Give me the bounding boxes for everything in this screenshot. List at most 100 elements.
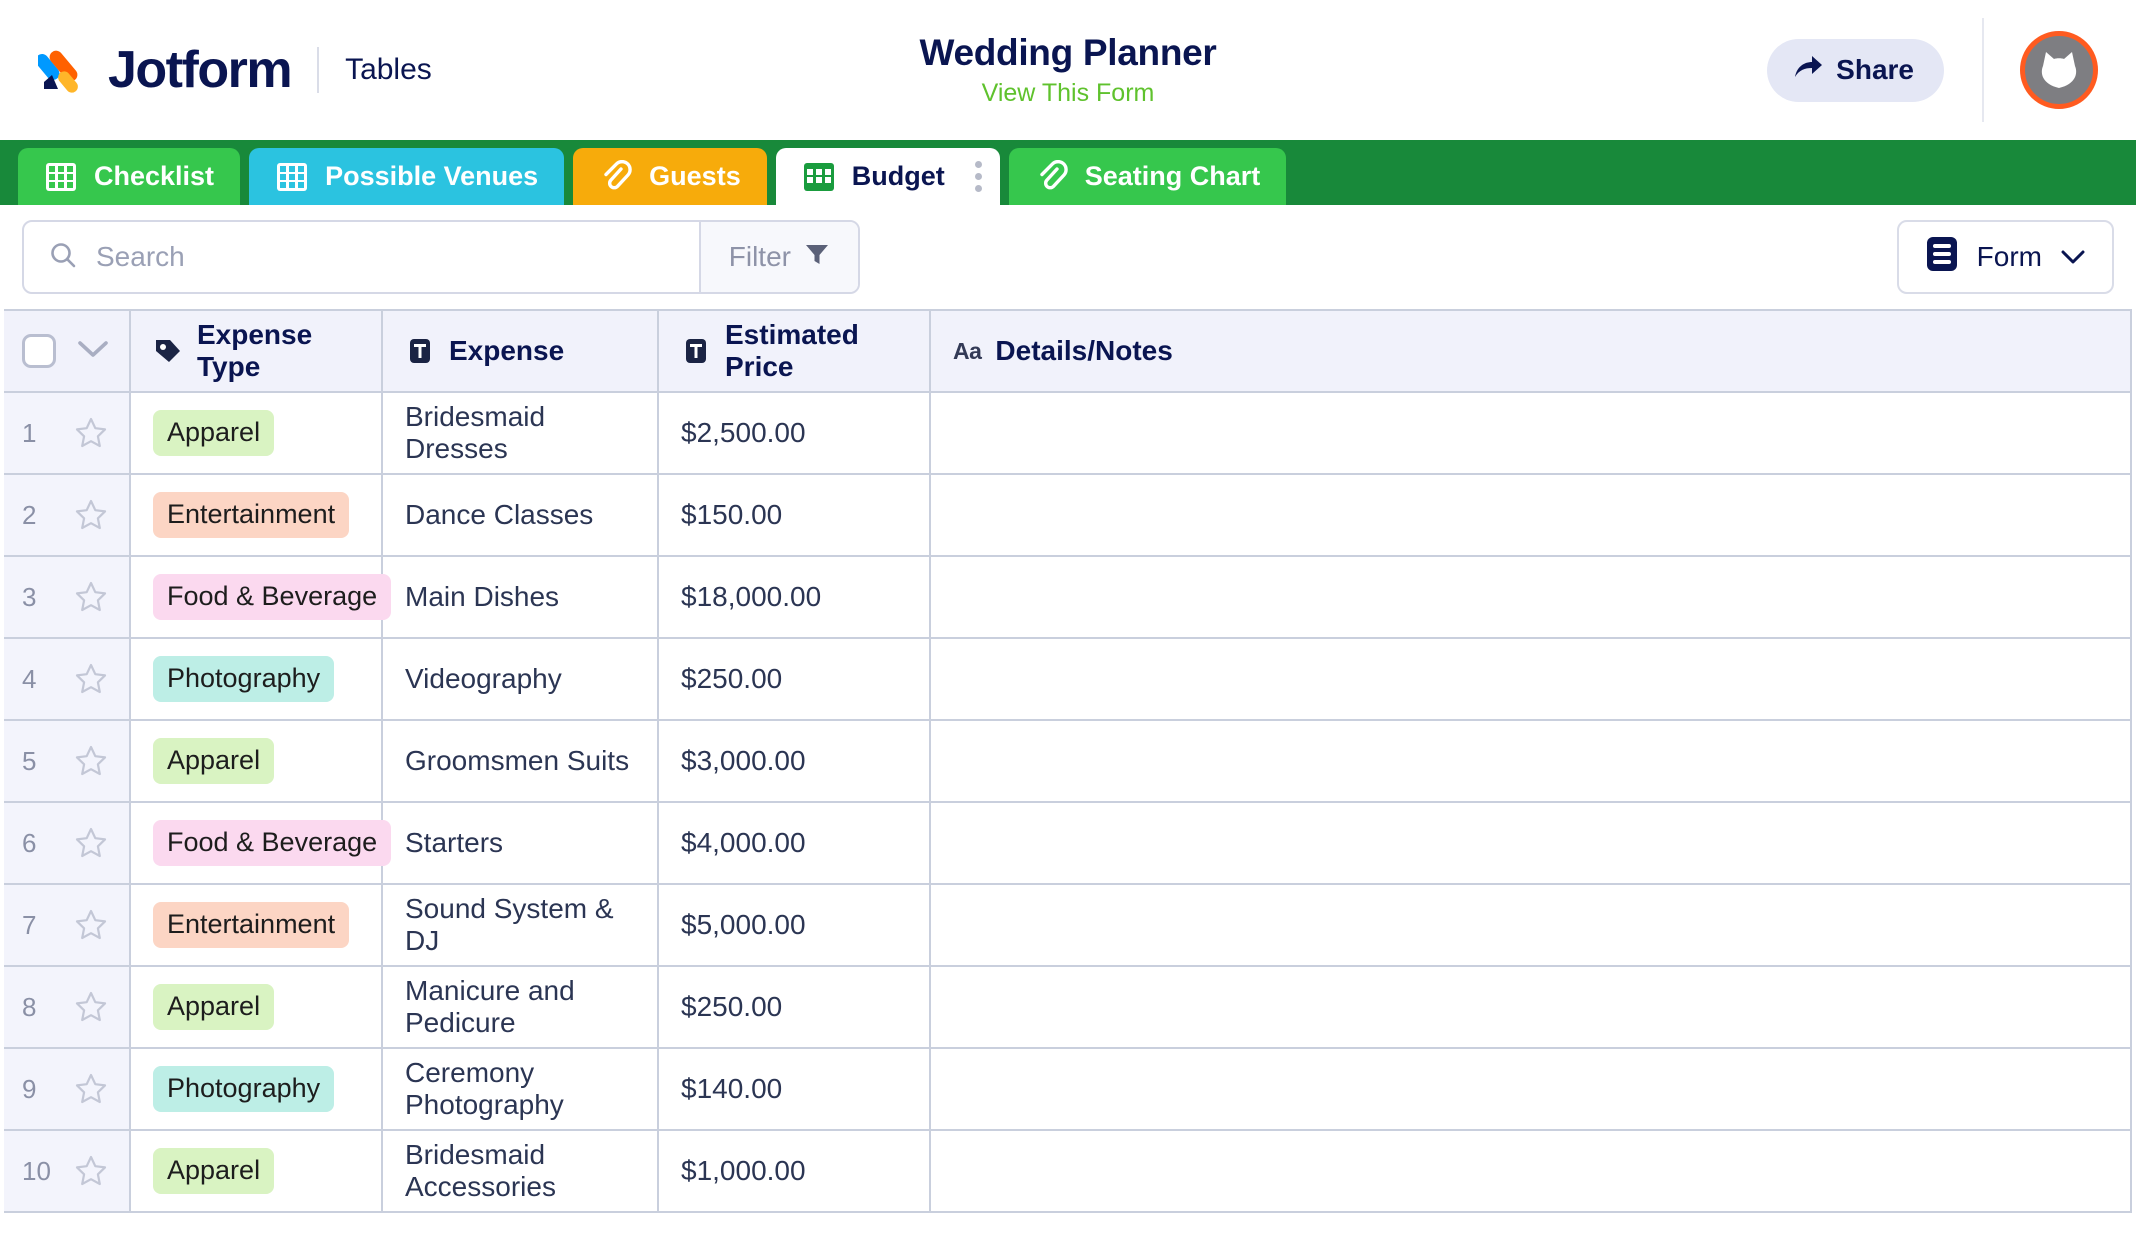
cell-details-notes[interactable] <box>930 474 2132 557</box>
grid-icon <box>275 160 309 194</box>
tab-possible-venues[interactable]: Possible Venues <box>249 148 565 205</box>
favorite-star-icon[interactable] <box>74 662 108 696</box>
cell-details-notes[interactable] <box>930 638 2132 721</box>
cell-expense-type[interactable]: Apparel <box>130 966 383 1049</box>
jotform-logo-icon[interactable] <box>35 42 94 98</box>
cell-details-notes[interactable] <box>930 802 2132 885</box>
favorite-star-icon[interactable] <box>74 580 108 614</box>
cell-expense[interactable]: Manicure and Pedicure <box>382 966 659 1049</box>
tab-options-icon[interactable] <box>974 161 982 192</box>
cell-estimated-price[interactable]: $250.00 <box>658 638 931 721</box>
view-form-link[interactable]: View This Form <box>982 79 1155 108</box>
table-row[interactable]: 1 Apparel Bridesmaid Dresses $2,500.00 <box>4 392 2132 475</box>
cell-estimated-price[interactable]: $3,000.00 <box>658 720 931 803</box>
cell-details-notes[interactable] <box>930 966 2132 1049</box>
table-row[interactable]: 3 Food & Beverage Main Dishes $18,000.00 <box>4 556 2132 639</box>
cell-expense-type[interactable]: Apparel <box>130 392 383 475</box>
share-button[interactable]: Share <box>1767 38 1944 102</box>
tab-label: Seating Chart <box>1084 161 1261 191</box>
cell-estimated-price[interactable]: $4,000.00 <box>658 802 931 885</box>
view-selector-button[interactable]: Form <box>1896 220 2114 294</box>
search-filter-group: Filter <box>22 220 860 294</box>
table-row[interactable]: 6 Food & Beverage Starters $4,000.00 <box>4 802 2132 885</box>
data-table: Expense Type Expense Estimated Price Aa … <box>4 309 2132 1213</box>
favorite-star-icon[interactable] <box>74 744 108 778</box>
cell-expense-type[interactable]: Entertainment <box>130 474 383 557</box>
table-row[interactable]: 5 Apparel Groomsmen Suits $3,000.00 <box>4 720 2132 803</box>
page-title: Wedding Planner <box>919 31 1217 73</box>
cell-expense[interactable]: Bridesmaid Accessories <box>382 1130 659 1213</box>
header-details-notes[interactable]: Aa Details/Notes <box>930 309 2132 393</box>
cell-expense-type[interactable]: Photography <box>130 638 383 721</box>
filter-button[interactable]: Filter <box>698 222 858 292</box>
row-number-cell: 1 <box>4 392 131 475</box>
header-expense-type[interactable]: Expense Type <box>130 309 383 393</box>
row-number-cell: 2 <box>4 474 131 557</box>
favorite-star-icon[interactable] <box>74 826 108 860</box>
cell-expense[interactable]: Main Dishes <box>382 556 659 639</box>
cell-estimated-price[interactable]: $1,000.00 <box>658 1130 931 1213</box>
text-T-icon <box>681 336 711 366</box>
table-row[interactable]: 10 Apparel Bridesmaid Accessories $1,000.00 <box>4 1130 2132 1213</box>
cell-estimated-price[interactable]: $250.00 <box>658 966 931 1049</box>
cell-expense-type[interactable]: Photography <box>130 1048 383 1131</box>
table-row[interactable]: 8 Apparel Manicure and Pedicure $250.00 <box>4 966 2132 1049</box>
cell-details-notes[interactable] <box>930 556 2132 639</box>
cell-estimated-price[interactable]: $18,000.00 <box>658 556 931 639</box>
cell-expense[interactable]: Bridesmaid Dresses <box>382 392 659 475</box>
cell-estimated-price[interactable]: $2,500.00 <box>658 392 931 475</box>
table-row[interactable]: 4 Photography Videography $250.00 <box>4 638 2132 721</box>
cell-details-notes[interactable] <box>930 392 2132 475</box>
cell-estimated-price[interactable]: $150.00 <box>658 474 931 557</box>
cell-expense[interactable]: Groomsmen Suits <box>382 720 659 803</box>
avatar[interactable] <box>2020 31 2098 109</box>
chevron-down-icon[interactable] <box>76 335 110 367</box>
app-header: Jotform Tables Wedding Planner View This… <box>0 0 2136 140</box>
search-input[interactable] <box>96 241 675 273</box>
cell-expense[interactable]: Starters <box>382 802 659 885</box>
cell-expense-type[interactable]: Food & Beverage <box>130 802 392 885</box>
row-number-cell: 3 <box>4 556 131 639</box>
header-expense[interactable]: Expense <box>382 309 659 393</box>
tab-seating-chart[interactable]: Seating Chart <box>1008 148 1287 205</box>
favorite-star-icon[interactable] <box>74 908 108 942</box>
table-row[interactable]: 2 Entertainment Dance Classes $150.00 <box>4 474 2132 557</box>
cell-expense-type[interactable]: Entertainment <box>130 884 383 967</box>
favorite-star-icon[interactable] <box>74 1154 108 1188</box>
cell-expense[interactable]: Ceremony Photography <box>382 1048 659 1131</box>
search-icon <box>48 240 78 275</box>
favorite-star-icon[interactable] <box>74 416 108 450</box>
cell-expense[interactable]: Sound System & DJ <box>382 884 659 967</box>
cell-details-notes[interactable] <box>930 1130 2132 1213</box>
table-header: Expense Type Expense Estimated Price Aa … <box>4 309 2132 393</box>
header-estimated-price[interactable]: Estimated Price <box>658 309 931 393</box>
cell-expense[interactable]: Dance Classes <box>382 474 659 557</box>
cell-expense-type[interactable]: Food & Beverage <box>130 556 392 639</box>
row-number: 1 <box>22 417 37 448</box>
cell-expense-type[interactable]: Apparel <box>130 1130 383 1213</box>
cell-details-notes[interactable] <box>930 1048 2132 1131</box>
header-actions: Share <box>1767 0 2136 140</box>
view-selector-label: Form <box>1976 241 2042 272</box>
tab-budget[interactable]: Budget <box>775 148 1000 205</box>
cell-estimated-price[interactable]: $140.00 <box>658 1048 931 1131</box>
cell-estimated-price[interactable]: $5,000.00 <box>658 884 931 967</box>
search-field[interactable] <box>24 222 699 292</box>
favorite-star-icon[interactable] <box>74 990 108 1024</box>
row-number: 7 <box>22 909 37 940</box>
favorite-star-icon[interactable] <box>74 1072 108 1106</box>
table-row[interactable]: 9 Photography Ceremony Photography $140.00 <box>4 1048 2132 1131</box>
aa-text-icon: Aa <box>953 337 982 364</box>
tab-guests[interactable]: Guests <box>573 148 767 205</box>
expense-type-tag: Apparel <box>153 984 275 1030</box>
cell-expense[interactable]: Videography <box>382 638 659 721</box>
tab-checklist[interactable]: Checklist <box>18 148 241 205</box>
select-all-checkbox[interactable] <box>22 334 56 368</box>
cell-details-notes[interactable] <box>930 720 2132 803</box>
cell-expense-type[interactable]: Apparel <box>130 720 383 803</box>
table-row[interactable]: 7 Entertainment Sound System & DJ $5,000.00 <box>4 884 2132 967</box>
row-number-cell: 9 <box>4 1048 131 1131</box>
cell-details-notes[interactable] <box>930 884 2132 967</box>
favorite-star-icon[interactable] <box>74 498 108 532</box>
column-label: Expense Type <box>197 319 313 382</box>
